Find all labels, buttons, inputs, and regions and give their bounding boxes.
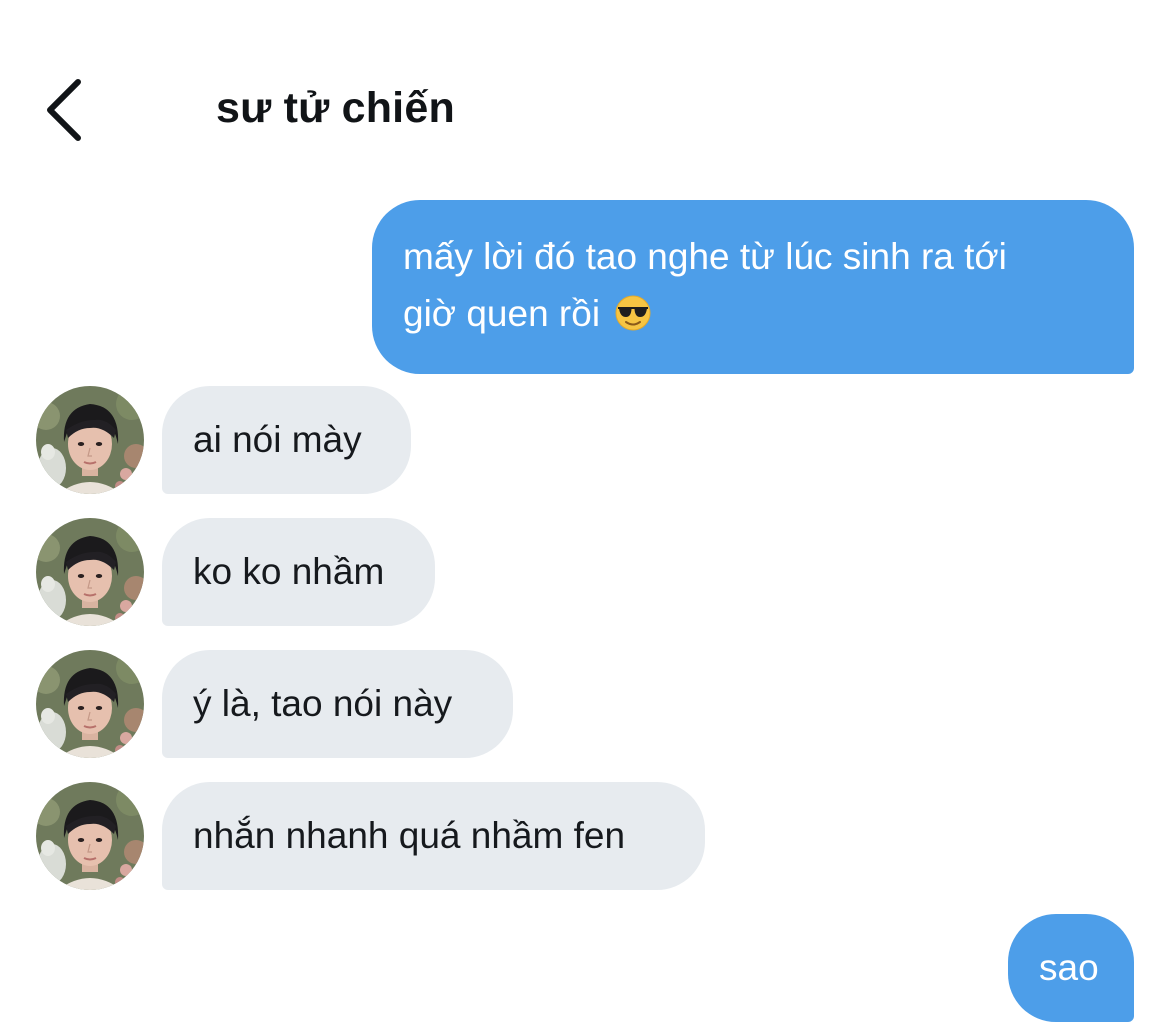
avatar[interactable] [36,518,144,626]
chevron-left-icon [47,79,81,141]
avatar[interactable] [36,386,144,494]
avatar[interactable] [36,782,144,890]
incoming-message[interactable]: ko ko nhầm [162,518,435,626]
message-text: ý là, tao nói này [193,683,453,724]
avatar-photo [36,518,144,626]
sunglasses-face-icon [615,295,651,331]
incoming-message[interactable]: ai nói mày [162,386,411,494]
incoming-message[interactable]: ý là, tao nói này [162,650,513,758]
conversation-title: sư tử chiến [216,84,455,132]
conversation-header: sư tử chiến [0,0,1169,180]
back-button[interactable] [30,70,100,150]
message-text-line: mấy lời đó tao nghe từ lúc sinh ra tới [403,236,1007,277]
message-text-line-with-emoji: giờ quen rồi [403,285,1094,342]
outgoing-message[interactable]: sao [1008,914,1134,1022]
avatar[interactable] [36,650,144,758]
outgoing-message[interactable]: mấy lời đó tao nghe từ lúc sinh ra tới g… [372,200,1134,374]
message-text: sao [1039,947,1099,988]
incoming-message[interactable]: nhắn nhanh quá nhầm fen [162,782,705,890]
avatar-photo [36,386,144,494]
message-text-line: giờ quen rồi [403,293,601,334]
message-text: nhắn nhanh quá nhầm fen [193,815,626,856]
message-text: ai nói mày [193,419,362,460]
avatar-photo [36,782,144,890]
message-text: ko ko nhầm [193,551,385,592]
avatar-photo [36,650,144,758]
